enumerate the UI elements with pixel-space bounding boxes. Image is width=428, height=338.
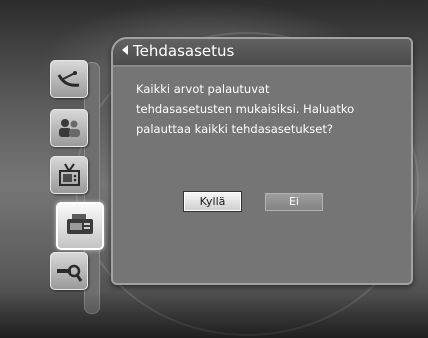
factory-reset-dialog: Tehdasasetus Kaikki arvot palautuvat teh… [111, 37, 413, 285]
satellite-dish-icon [57, 71, 80, 87]
message-line: tehdasasetusten mukaisiksi. Haluatko [136, 102, 355, 116]
bottom-shadow [0, 292, 428, 338]
receiver-box-icon [67, 214, 93, 234]
dialog-title: Tehdasasetus [133, 42, 235, 60]
tv-antenna-icon [59, 163, 80, 186]
no-button[interactable]: Ei [265, 193, 323, 211]
back-arrow-icon[interactable] [122, 45, 128, 55]
users-icon [59, 119, 80, 137]
menu-sidebar [38, 52, 112, 314]
sidebar-item-users[interactable] [50, 109, 88, 147]
sidebar-item-system[interactable] [56, 202, 104, 250]
yes-button[interactable]: Kyllä [184, 192, 241, 211]
sidebar-item-tools[interactable] [50, 252, 88, 290]
key-search-icon [57, 264, 83, 282]
message-line: palauttaa kaikki tehdasasetukset? [136, 122, 333, 136]
tv-menu-screen: Tehdasasetus Kaikki arvot palautuvat teh… [0, 0, 428, 338]
sidebar-item-tv-settings[interactable] [50, 156, 88, 194]
sidebar-item-installation[interactable] [50, 60, 88, 98]
dialog-title-bar: Tehdasasetus [113, 39, 411, 67]
message-line: Kaikki arvot palautuvat [136, 82, 270, 96]
dialog-message: Kaikki arvot palautuvat tehdasasetusten … [136, 79, 406, 139]
